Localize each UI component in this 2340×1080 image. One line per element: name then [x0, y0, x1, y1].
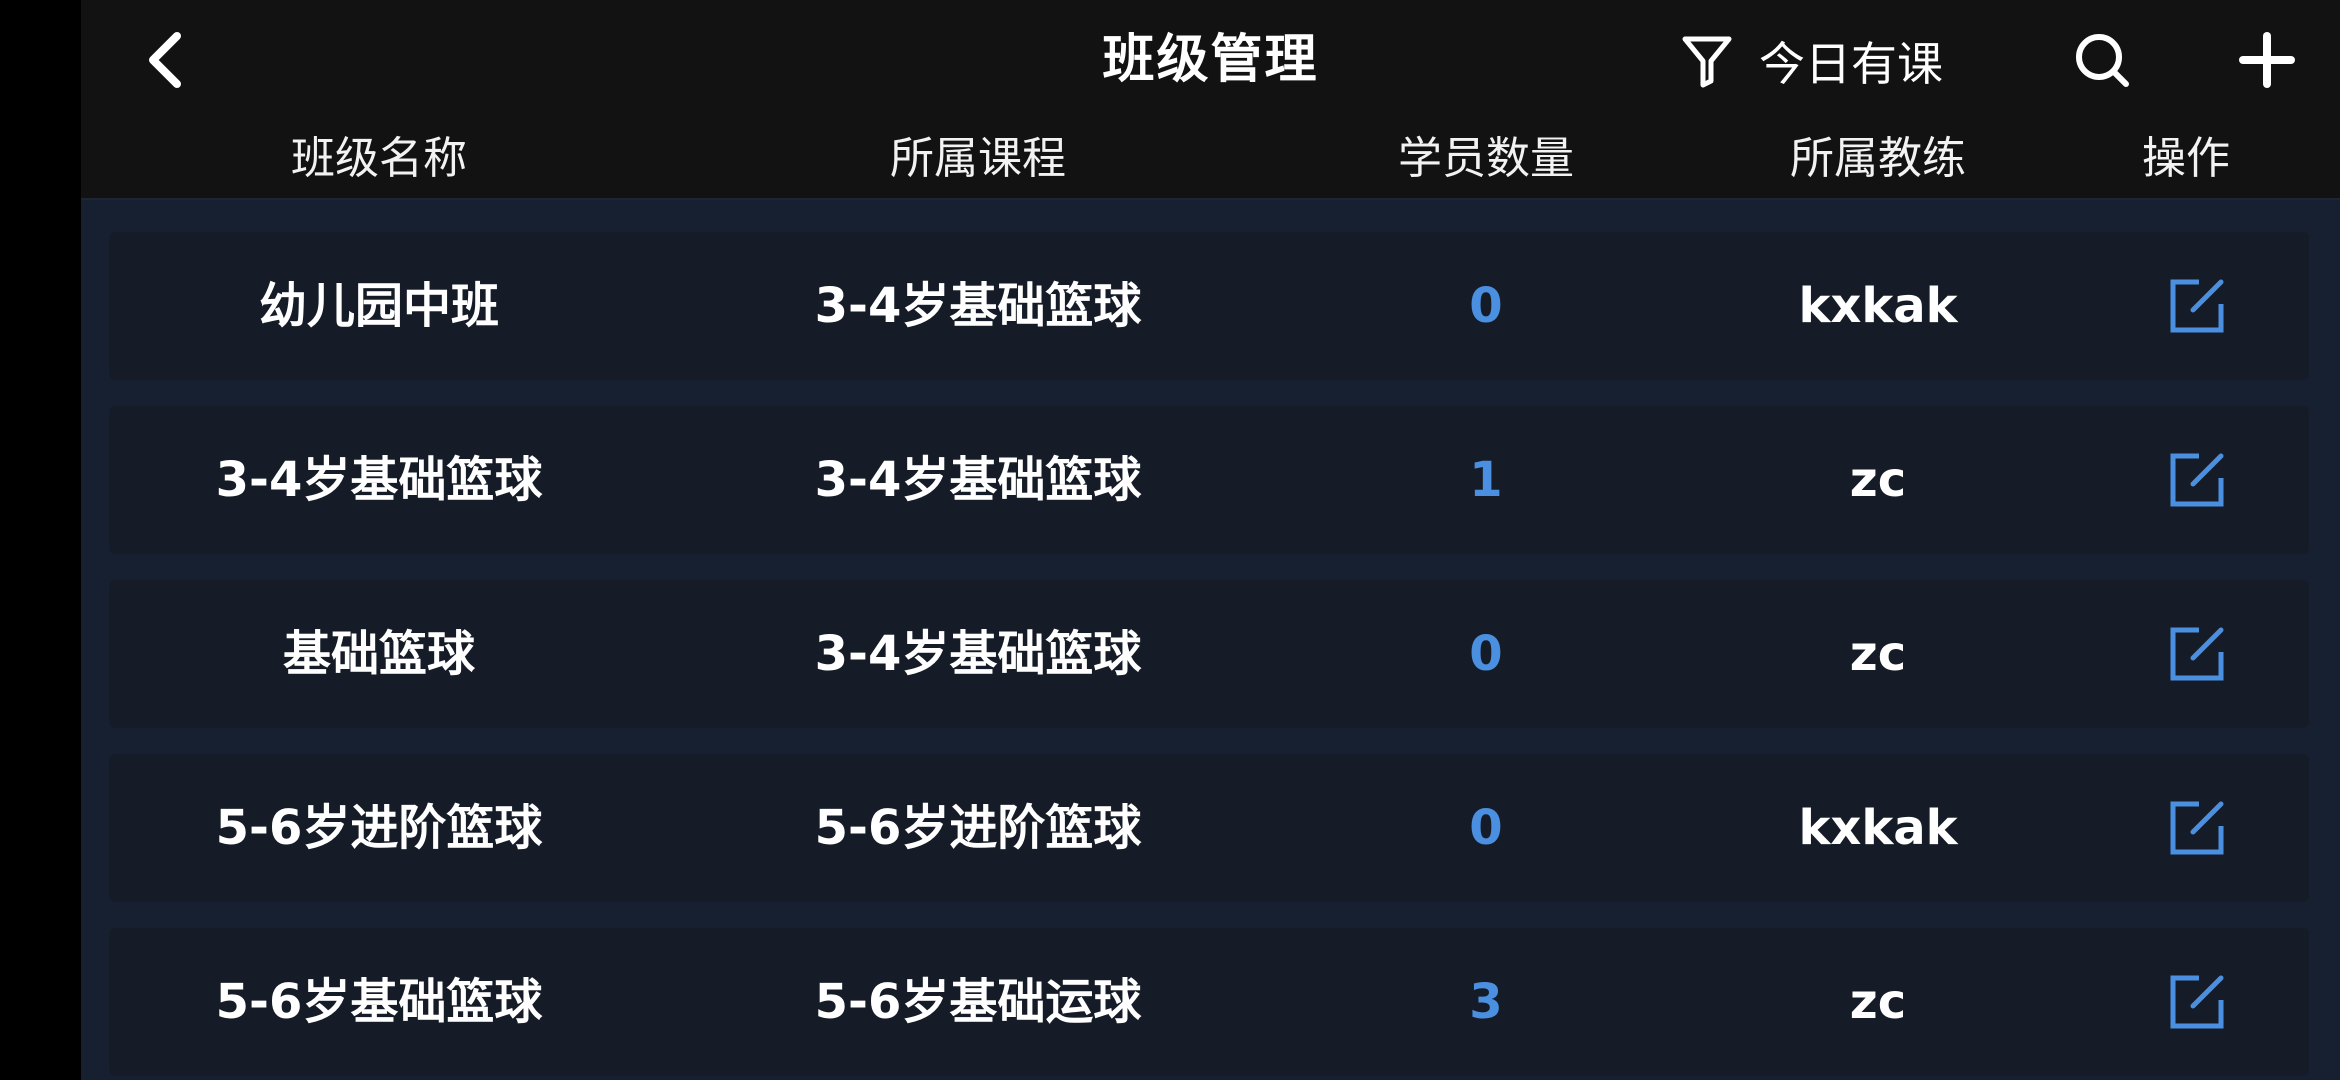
table-row: 幼儿园中班 3-4岁基础篮球 0 kxkak	[109, 232, 2309, 380]
edit-button[interactable]	[2165, 274, 2229, 338]
add-class-button[interactable]	[2231, 24, 2303, 96]
table-row: 5-6岁进阶篮球 5-6岁进阶篮球 0 kxkak	[109, 754, 2309, 902]
top-bar: 班级管理 今日有课	[81, 0, 2340, 120]
filter-icon	[1682, 36, 1732, 88]
student-count-cell: 3	[1469, 974, 1503, 1030]
class-management-screen: 班级管理 今日有课 班级名称 所属课程 学员数量 所属教练 操作 幼儿园中班 3…	[81, 0, 2340, 1080]
chevron-left-icon	[149, 32, 181, 88]
table-row: 基础篮球 3-4岁基础篮球 0 zc	[109, 580, 2309, 728]
edit-button[interactable]	[2165, 970, 2229, 1034]
column-header-student-count: 学员数量	[1398, 133, 1574, 184]
column-header-actions: 操作	[2142, 133, 2230, 184]
course-cell: 3-4岁基础篮球	[814, 626, 1142, 682]
table-header: 班级名称 所属课程 学员数量 所属教练 操作	[81, 120, 2340, 200]
table-row: 5-6岁基础篮球 5-6岁基础运球 3 zc	[109, 928, 2309, 1076]
student-count-cell: 0	[1469, 278, 1503, 334]
class-name-cell: 5-6岁基础篮球	[215, 974, 543, 1030]
edit-icon	[2170, 975, 2224, 1029]
edit-button[interactable]	[2165, 448, 2229, 512]
student-count-cell: 1	[1469, 452, 1503, 508]
class-name-cell: 3-4岁基础篮球	[215, 452, 543, 508]
filter-label: 今日有课	[1759, 37, 1943, 91]
column-header-class-name: 班级名称	[291, 133, 467, 184]
class-name-cell: 基础篮球	[282, 626, 475, 682]
search-icon	[2076, 34, 2129, 87]
course-cell: 5-6岁基础运球	[814, 974, 1142, 1030]
class-list: 幼儿园中班 3-4岁基础篮球 0 kxkak 3-4岁基础篮球 3-4岁基础篮球…	[81, 200, 2340, 1080]
column-header-coach: 所属教练	[1790, 133, 1966, 184]
class-name-cell: 幼儿园中班	[258, 278, 499, 334]
student-count-cell: 0	[1469, 800, 1503, 856]
coach-cell: kxkak	[1798, 800, 1958, 856]
page-title: 班级管理	[1102, 30, 1319, 90]
edit-button[interactable]	[2165, 796, 2229, 860]
edit-icon	[2170, 801, 2224, 855]
filter-today-button[interactable]: 今日有课	[1681, 28, 1943, 94]
edit-button[interactable]	[2165, 622, 2229, 686]
course-cell: 3-4岁基础篮球	[814, 278, 1142, 334]
column-header-course: 所属课程	[890, 133, 1066, 184]
search-button[interactable]	[2066, 24, 2138, 96]
edit-icon	[2170, 627, 2224, 681]
table-row: 3-4岁基础篮球 3-4岁基础篮球 1 zc	[109, 406, 2309, 554]
coach-cell: zc	[1849, 974, 1907, 1030]
course-cell: 5-6岁进阶篮球	[814, 800, 1142, 856]
coach-cell: zc	[1849, 452, 1907, 508]
plus-icon	[2239, 32, 2295, 88]
coach-cell: zc	[1849, 626, 1907, 682]
edit-icon	[2170, 279, 2224, 333]
course-cell: 3-4岁基础篮球	[814, 452, 1142, 508]
class-name-cell: 5-6岁进阶篮球	[215, 800, 543, 856]
edit-icon	[2170, 453, 2224, 507]
student-count-cell: 0	[1469, 626, 1503, 682]
back-button[interactable]	[129, 24, 201, 96]
coach-cell: kxkak	[1798, 278, 1958, 334]
